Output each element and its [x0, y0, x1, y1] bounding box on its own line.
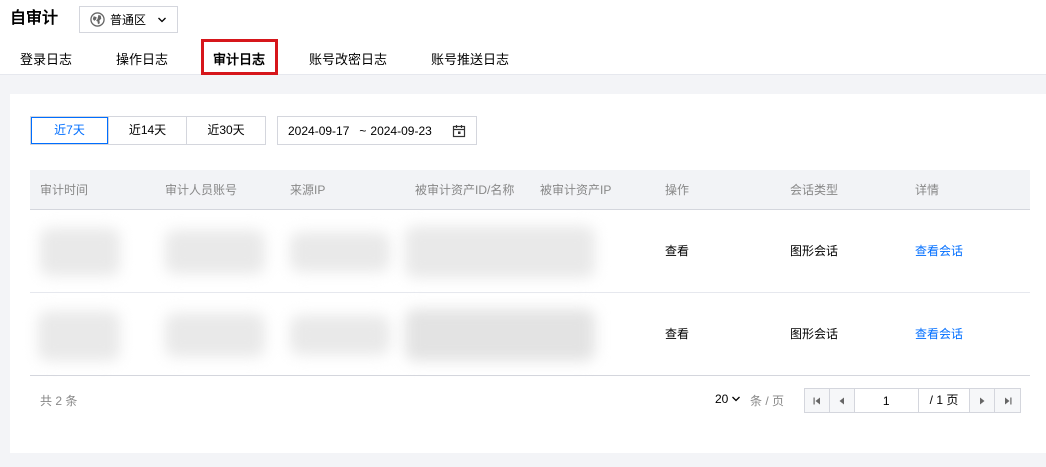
redacted-region: [165, 230, 265, 274]
redacted-region: [38, 311, 120, 361]
column-header-asset-id-name: 被审计资产ID/名称: [415, 183, 515, 197]
column-header-detail: 详情: [915, 183, 940, 197]
next-page-button[interactable]: [970, 389, 996, 412]
last-page-button[interactable]: [995, 389, 1021, 412]
page-size-value: 20: [715, 392, 729, 406]
first-page-button[interactable]: [805, 389, 830, 412]
redacted-region: [290, 315, 390, 355]
range-30-days-button[interactable]: 近30天: [187, 117, 265, 144]
column-header-auditor-account: 审计人员账号: [165, 183, 238, 197]
last-page-icon: [1004, 397, 1012, 404]
pagination-control: / 1 页: [804, 388, 1021, 413]
total-count: 共 2 条: [40, 394, 78, 408]
date-range-quick-select: 近7天 近14天 近30天: [30, 116, 266, 145]
page-title: 自审计: [10, 10, 59, 27]
caret-right-icon: [980, 397, 985, 404]
date-end: 2024-09-23: [370, 123, 432, 138]
action-cell: 查看: [665, 244, 690, 258]
caret-left-icon: [839, 397, 844, 404]
chevron-down-icon: [732, 396, 741, 402]
range-14-days-button[interactable]: 近14天: [109, 117, 187, 144]
page-size-select[interactable]: 20: [715, 392, 741, 406]
audit-log-table: 审计时间 审计人员账号 来源IP 被审计资产ID/名称 被审计资产IP 操作 会…: [30, 170, 1030, 376]
date-start: 2024-09-17: [288, 123, 350, 138]
prev-page-button[interactable]: [829, 389, 855, 412]
chevron-down-icon: [158, 17, 166, 23]
column-header-action: 操作: [665, 183, 690, 197]
redacted-region: [405, 309, 595, 361]
action-cell: 查看: [665, 327, 690, 341]
column-header-session-type: 会话类型: [790, 183, 839, 197]
tab-audit-log[interactable]: 审计日志: [213, 46, 266, 74]
per-page-label: 条 / 页: [750, 394, 785, 408]
session-type-cell: 图形会话: [790, 244, 839, 258]
redacted-region: [165, 313, 265, 357]
view-session-link[interactable]: 查看会话: [915, 243, 963, 259]
redacted-region: [405, 226, 595, 278]
date-range-picker[interactable]: 2024-09-17 ~ 2024-09-23: [277, 116, 477, 145]
range-7-days-button[interactable]: 近7天: [31, 117, 109, 144]
session-type-cell: 图形会话: [790, 327, 839, 341]
calendar-icon: [452, 125, 466, 138]
tab-password-change-log[interactable]: 账号改密日志: [309, 46, 387, 74]
tab-account-push-log[interactable]: 账号推送日志: [431, 46, 509, 74]
first-page-icon: [813, 397, 820, 404]
redacted-region: [40, 228, 120, 276]
table-row: 查看 图形会话 查看会话: [30, 210, 1030, 293]
tab-operation-log[interactable]: 操作日志: [116, 46, 168, 74]
top-bar: 自审计 普通区 登录日志 操作日志 审计日志 账号改密日志 账号推送日志: [0, 0, 1046, 75]
tab-login-log[interactable]: 登录日志: [20, 46, 72, 74]
globe-icon: [90, 12, 105, 27]
view-session-link[interactable]: 查看会话: [915, 326, 963, 342]
date-separator: ~: [359, 123, 367, 138]
region-label: 普通区: [110, 13, 147, 27]
redacted-region: [290, 232, 390, 272]
table-row: 查看 图形会话 查看会话: [30, 293, 1030, 376]
table-header: 审计时间 审计人员账号 来源IP 被审计资产ID/名称 被审计资产IP 操作 会…: [30, 170, 1030, 210]
total-pages-label: / 1 页: [919, 389, 971, 412]
content-card: 近7天 近14天 近30天 2024-09-17 ~ 2024-09-23 审计…: [10, 94, 1046, 453]
page-number-input[interactable]: [854, 389, 919, 412]
region-select[interactable]: 普通区: [79, 6, 178, 33]
column-header-asset-ip: 被审计资产IP: [540, 183, 612, 197]
column-header-source-ip: 来源IP: [290, 183, 326, 197]
column-header-audit-time: 审计时间: [40, 183, 89, 197]
